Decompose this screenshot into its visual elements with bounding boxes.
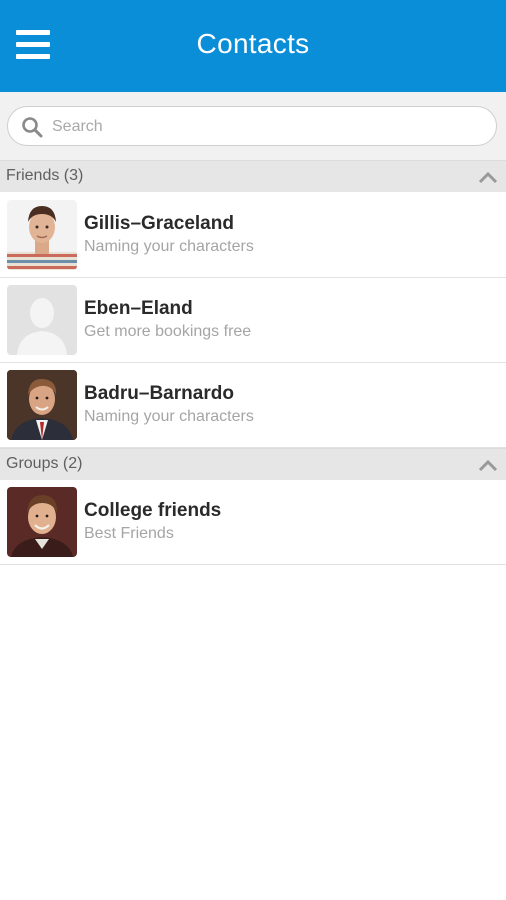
- contact-subtitle: Naming your characters: [84, 408, 254, 425]
- search-box[interactable]: [7, 106, 497, 146]
- chevron-up-icon[interactable]: [478, 170, 498, 184]
- avatar: [7, 370, 77, 440]
- list-item[interactable]: Gillis–Graceland Naming your characters: [0, 193, 506, 278]
- group-subtitle: Best Friends: [84, 525, 174, 542]
- list-item[interactable]: Badru–Barnardo Naming your characters: [0, 363, 506, 448]
- section-label: Friends (3): [6, 167, 84, 184]
- search-bar: [0, 92, 506, 160]
- contact-name: Badru–Barnardo: [84, 383, 234, 404]
- avatar-placeholder-icon: [7, 285, 77, 355]
- page-title: Contacts: [196, 28, 310, 59]
- avatar: [7, 487, 77, 557]
- list-item[interactable]: Eben–Eland Get more bookings free: [0, 278, 506, 363]
- group-name: College friends: [84, 500, 222, 521]
- search-input[interactable]: [52, 115, 482, 139]
- avatar: [7, 200, 77, 270]
- section-header-groups[interactable]: Groups (2): [0, 448, 506, 480]
- contact-subtitle: Get more bookings free: [84, 323, 252, 340]
- search-icon: [22, 117, 43, 138]
- list-item[interactable]: College friends Best Friends: [0, 480, 506, 565]
- contact-name: Gillis–Graceland: [84, 213, 234, 234]
- section-label: Groups (2): [6, 455, 83, 472]
- chevron-up-icon[interactable]: [478, 458, 498, 472]
- contact-name: Eben–Eland: [84, 298, 193, 319]
- app-header: Contacts: [0, 0, 506, 92]
- section-header-friends[interactable]: Friends (3): [0, 160, 506, 192]
- contact-subtitle: Naming your characters: [84, 238, 254, 255]
